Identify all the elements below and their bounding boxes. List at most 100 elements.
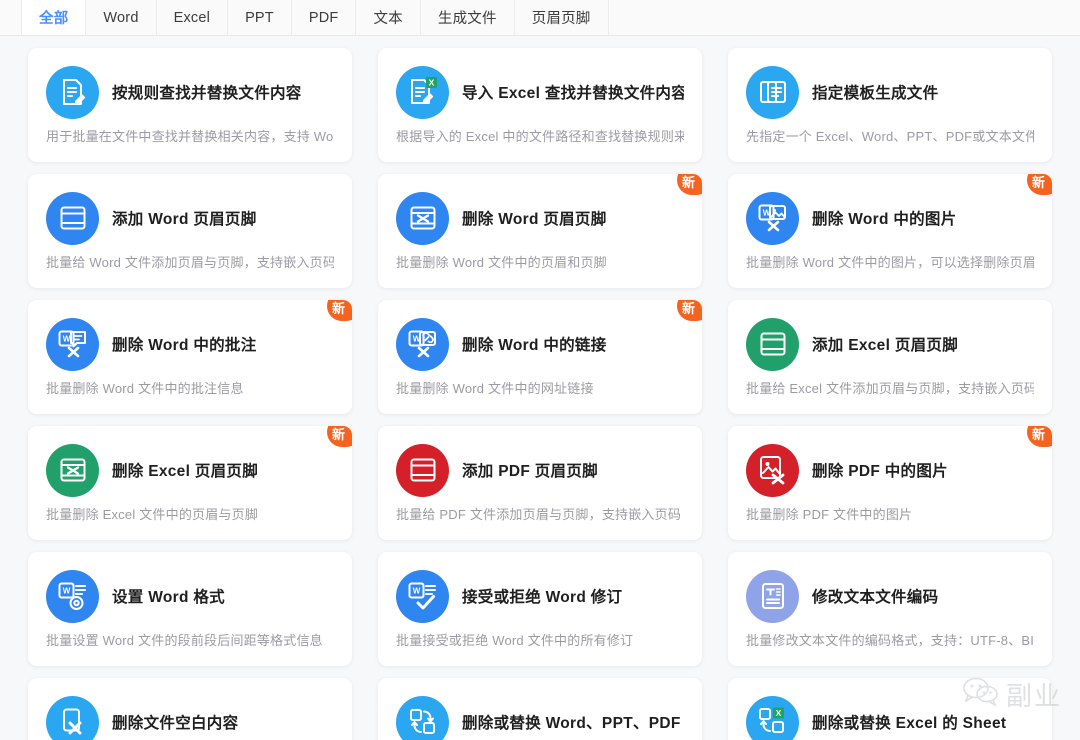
- tab-页眉页脚[interactable]: 页眉页脚: [515, 0, 609, 35]
- header-footer-delete-icon: [46, 444, 99, 497]
- feature-card-head: X 删除或替换 Excel 的 Sheet: [746, 694, 1034, 740]
- feature-card[interactable]: 添加 Excel 页眉页脚批量给 Excel 文件添加页眉与页脚，支持嵌入页码新: [728, 300, 1052, 414]
- feature-card-head: W 删除 Word 中的链接: [396, 316, 684, 372]
- feature-card-head: 添加 Word 页眉页脚: [46, 190, 334, 246]
- feature-grid: 按规则查找并替换文件内容用于批量在文件中查找并替换相关内容，支持 Wor新 X …: [28, 48, 1052, 740]
- tab-Word[interactable]: Word: [86, 0, 156, 35]
- feature-card[interactable]: W 设置 Word 格式批量设置 Word 文件的段前段后间距等格式信息新: [28, 552, 352, 666]
- feature-card[interactable]: 删除 Excel 页眉页脚批量删除 Excel 文件中的页眉与页脚新: [28, 426, 352, 540]
- feature-card[interactable]: 按规则查找并替换文件内容用于批量在文件中查找并替换相关内容，支持 Wor新: [28, 48, 352, 162]
- word-format-icon: W: [46, 570, 99, 623]
- feature-card-title: 删除或替换 Excel 的 Sheet: [812, 711, 1006, 733]
- tab-PPT[interactable]: PPT: [228, 0, 292, 35]
- tab-生成文件[interactable]: 生成文件: [421, 0, 515, 35]
- feature-card-head: W 设置 Word 格式: [46, 568, 334, 624]
- feature-card-title: 添加 Excel 页眉页脚: [812, 333, 958, 355]
- feature-card-title: 接受或拒绝 Word 修订: [462, 585, 622, 607]
- header-footer-icon: [46, 192, 99, 245]
- feature-card-head: 删除文件空白内容: [46, 694, 334, 740]
- feature-card[interactable]: W 删除 Word 中的批注批量删除 Word 文件中的批注信息新: [28, 300, 352, 414]
- feature-card-description: 批量给 Word 文件添加页眉与页脚，支持嵌入页码: [46, 252, 334, 271]
- doc-pencil-icon: [46, 66, 99, 119]
- tabbar-leading-spacer: [0, 0, 22, 35]
- feature-card[interactable]: 删除或替换 Word、PPT、PDF新: [378, 678, 702, 740]
- feature-card-description: 批量给 Excel 文件添加页眉与页脚，支持嵌入页码: [746, 378, 1034, 397]
- svg-text:W: W: [62, 587, 70, 596]
- feature-card-title: 按规则查找并替换文件内容: [112, 81, 302, 103]
- feature-card[interactable]: 指定模板生成文件先指定一个 Excel、Word、PPT、PDF或文本文件作新: [728, 48, 1052, 162]
- tab-label: 文本: [373, 7, 402, 28]
- tabbar-trailing-spacer: [609, 0, 1080, 35]
- feature-card-head: X 导入 Excel 查找并替换文件内容: [396, 64, 684, 120]
- feature-card-title: 修改文本文件编码: [812, 585, 938, 607]
- tab-PDF[interactable]: PDF: [292, 0, 357, 35]
- file-blank-delete-icon: [46, 696, 99, 740]
- feature-card-head: 删除 Excel 页眉页脚: [46, 442, 334, 498]
- feature-card[interactable]: W 删除 Word 中的图片批量删除 Word 文件中的图片，可以选择删除页眉新: [728, 174, 1052, 288]
- feature-card-description: 批量删除 Word 文件中的页眉和页脚: [396, 252, 684, 271]
- svg-text:W: W: [62, 335, 70, 344]
- pdf-image-delete-icon: [746, 444, 799, 497]
- swap-sheet-icon: X: [746, 696, 799, 740]
- word-comment-delete-icon: W: [46, 318, 99, 371]
- feature-card-description: 批量删除 Word 文件中的批注信息: [46, 378, 334, 397]
- feature-card-title: 指定模板生成文件: [812, 81, 938, 103]
- feature-card-head: 删除 PDF 中的图片: [746, 442, 1034, 498]
- feature-card-head: 添加 PDF 页眉页脚: [396, 442, 684, 498]
- feature-card[interactable]: W 删除 Word 中的链接批量删除 Word 文件中的网址链接新: [378, 300, 702, 414]
- svg-text:X: X: [428, 78, 434, 88]
- feature-card-head: W 接受或拒绝 Word 修订: [396, 568, 684, 624]
- feature-card-description: 批量给 PDF 文件添加页眉与页脚，支持嵌入页码: [396, 504, 684, 523]
- tab-label: Excel: [174, 10, 210, 26]
- feature-card-title: 设置 Word 格式: [112, 585, 225, 607]
- word-revision-check-icon: W: [396, 570, 449, 623]
- swap-pages-icon: [396, 696, 449, 740]
- feature-card[interactable]: 删除文件空白内容新: [28, 678, 352, 740]
- feature-card-head: 添加 Excel 页眉页脚: [746, 316, 1034, 372]
- feature-card[interactable]: 删除 Word 页眉页脚批量删除 Word 文件中的页眉和页脚新: [378, 174, 702, 288]
- feature-card-title: 删除 Word 页眉页脚: [462, 207, 607, 229]
- feature-card[interactable]: 修改文本文件编码批量修改文本文件的编码格式，支持：UTF-8、BIG新: [728, 552, 1052, 666]
- feature-card-title: 删除 Excel 页眉页脚: [112, 459, 258, 481]
- tab-label: PDF: [309, 10, 339, 26]
- header-footer-icon: [746, 318, 799, 371]
- template-stack-icon: [746, 66, 799, 119]
- feature-card-description: 根据导入的 Excel 中的文件路径和查找替换规则来扌: [396, 126, 684, 145]
- header-footer-delete-icon: [396, 192, 449, 245]
- feature-card-head: 修改文本文件编码: [746, 568, 1034, 624]
- feature-card-description: 批量设置 Word 文件的段前段后间距等格式信息: [46, 630, 334, 649]
- tab-label: 生成文件: [438, 7, 497, 28]
- text-encoding-icon: [746, 570, 799, 623]
- feature-card[interactable]: X 导入 Excel 查找并替换文件内容根据导入的 Excel 中的文件路径和查…: [378, 48, 702, 162]
- word-image-delete-icon: W: [746, 192, 799, 245]
- feature-card-title: 删除或替换 Word、PPT、PDF: [462, 711, 681, 733]
- tab-文本[interactable]: 文本: [356, 0, 420, 35]
- feature-card[interactable]: 添加 PDF 页眉页脚批量给 PDF 文件添加页眉与页脚，支持嵌入页码新: [378, 426, 702, 540]
- category-tabbar: 全部Word Excel PPT PDF 文本 生成文件 页眉页脚: [0, 0, 1080, 36]
- feature-card[interactable]: X 删除或替换 Excel 的 Sheet新: [728, 678, 1052, 740]
- feature-card[interactable]: 删除 PDF 中的图片批量删除 PDF 文件中的图片新: [728, 426, 1052, 540]
- feature-card-description: 用于批量在文件中查找并替换相关内容，支持 Wor: [46, 126, 334, 145]
- feature-card-title: 删除 Word 中的链接: [462, 333, 607, 355]
- feature-card-title: 删除文件空白内容: [112, 711, 238, 733]
- feature-card-head: W 删除 Word 中的图片: [746, 190, 1034, 246]
- feature-card-head: 删除 Word 页眉页脚: [396, 190, 684, 246]
- tab-label: PPT: [245, 10, 274, 26]
- feature-grid-scroll-area[interactable]: 按规则查找并替换文件内容用于批量在文件中查找并替换相关内容，支持 Wor新 X …: [0, 36, 1080, 740]
- feature-card-description: 先指定一个 Excel、Word、PPT、PDF或文本文件作: [746, 126, 1034, 145]
- svg-text:X: X: [775, 708, 781, 718]
- feature-card-title: 添加 PDF 页眉页脚: [462, 459, 598, 481]
- feature-card-description: 批量修改文本文件的编码格式，支持：UTF-8、BIG: [746, 630, 1034, 649]
- tab-label: 页眉页脚: [532, 7, 591, 28]
- feature-card-description: 批量删除 Word 文件中的图片，可以选择删除页眉: [746, 252, 1034, 271]
- feature-card[interactable]: W 接受或拒绝 Word 修订批量接受或拒绝 Word 文件中的所有修订新: [378, 552, 702, 666]
- feature-card-head: W 删除 Word 中的批注: [46, 316, 334, 372]
- word-link-delete-icon: W: [396, 318, 449, 371]
- feature-card-head: 删除或替换 Word、PPT、PDF: [396, 694, 684, 740]
- svg-text:W: W: [412, 587, 420, 596]
- feature-card[interactable]: 添加 Word 页眉页脚批量给 Word 文件添加页眉与页脚，支持嵌入页码新: [28, 174, 352, 288]
- feature-card-title: 添加 Word 页眉页脚: [112, 207, 257, 229]
- tab-全部[interactable]: 全部: [22, 0, 86, 35]
- tab-Excel[interactable]: Excel: [157, 0, 228, 35]
- feature-card-head: 按规则查找并替换文件内容: [46, 64, 334, 120]
